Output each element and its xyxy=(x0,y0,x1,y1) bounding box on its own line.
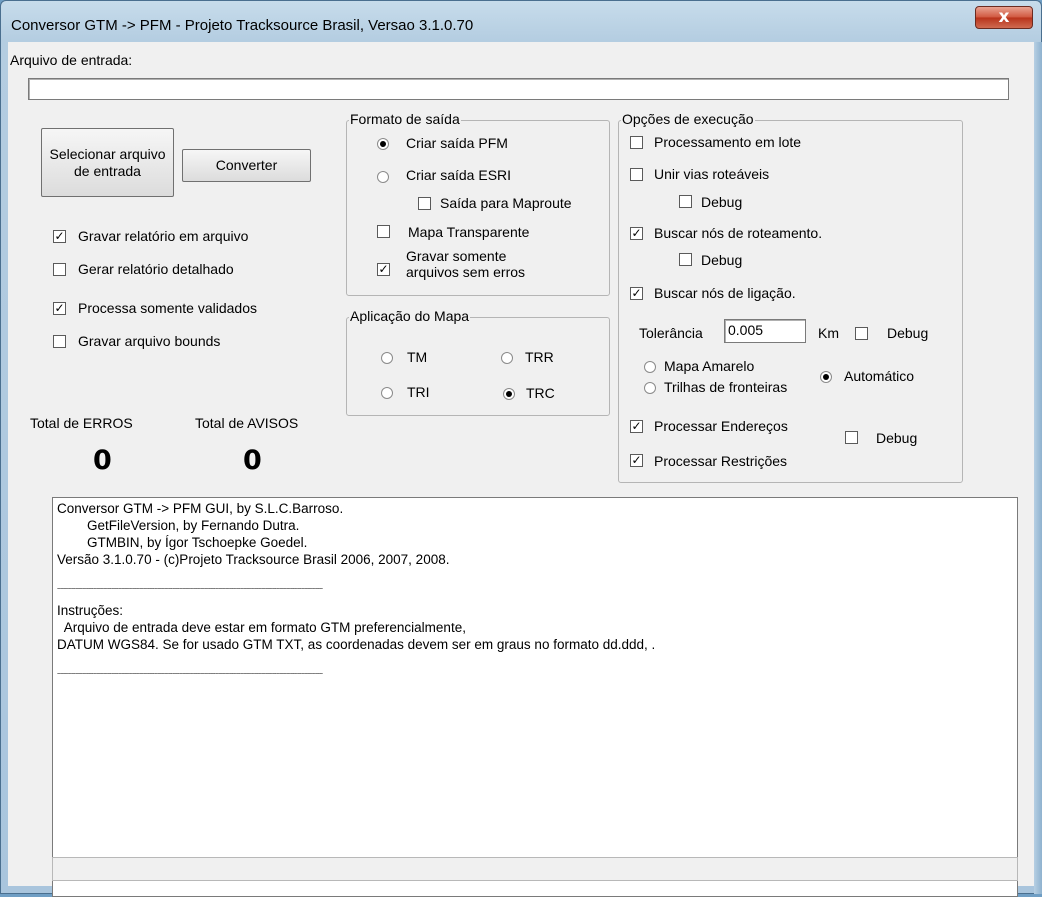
tri-label: TRI xyxy=(407,384,430,400)
yellow-map-radio[interactable] xyxy=(644,361,656,373)
select-file-button[interactable]: Selecionar arquivo de entrada xyxy=(41,128,174,197)
trc-label: TRC xyxy=(526,385,555,401)
convert-button[interactable]: Converter xyxy=(182,149,311,182)
border-trails-radio[interactable] xyxy=(644,382,656,394)
routing-nodes-checkbox[interactable]: ✓ xyxy=(630,227,643,240)
no-errors-files-checkbox[interactable]: ✓ xyxy=(377,263,390,276)
log-line: Arquivo de entrada deve estar em formato… xyxy=(57,620,466,635)
link-nodes-checkbox[interactable]: ✓ xyxy=(630,287,643,300)
log-line: ~~~~~~~~~~~~~~~~~~~~~~~~~~~~~~~~~~~~~~~~… xyxy=(57,671,323,678)
tri-radio[interactable] xyxy=(381,387,393,399)
process-addresses-label: Processar Endereços xyxy=(654,418,788,434)
log-line: DATUM WGS84. Se for usado GTM TXT, as co… xyxy=(57,637,656,652)
validated-only-label: Processa somente validados xyxy=(78,300,257,316)
log-line: Versão 3.1.0.70 - (c)Projeto Tracksource… xyxy=(57,552,450,567)
maproute-label: Saída para Maproute xyxy=(440,195,572,211)
esri-output-radio[interactable] xyxy=(377,171,389,183)
transparent-map-checkbox[interactable] xyxy=(377,225,390,238)
batch-processing-label: Processamento em lote xyxy=(654,134,802,150)
client-area: Arquivo de entrada: Selecionar arquivo d… xyxy=(8,42,1034,897)
trc-radio[interactable] xyxy=(503,388,515,400)
log-line: ~~~~~~~~~~~~~~~~~~~~~~~~~~~~~~~~~~~~~~~~… xyxy=(57,586,323,593)
log-line: Instruções: xyxy=(57,603,124,618)
trr-label: TRR xyxy=(525,349,554,365)
save-report-label: Gravar relatório em arquivo xyxy=(78,228,249,244)
tolerance-label: Tolerância xyxy=(639,325,703,341)
border-trails-label: Trilhas de fronteiras xyxy=(664,379,788,395)
tolerance-debug-label: Debug xyxy=(887,325,929,341)
no-errors-files-label: Gravar somente arquivos sem erros xyxy=(406,248,526,280)
routing-nodes-debug-checkbox[interactable] xyxy=(679,253,692,266)
tolerance-input[interactable]: 0.005 xyxy=(724,319,806,343)
esri-output-label: Criar saída ESRI xyxy=(406,167,512,183)
map-application-group: Aplicação do Mapa xyxy=(346,308,610,416)
join-routes-checkbox[interactable] xyxy=(630,168,643,181)
routing-nodes-debug-label: Debug xyxy=(701,252,743,268)
no-errors-files-label-clip: Gravar somente arquivos sem erros xyxy=(406,248,536,292)
join-routes-debug-checkbox[interactable] xyxy=(679,195,692,208)
execution-options-title: Opções de execução xyxy=(621,111,755,127)
tolerance-debug-checkbox[interactable] xyxy=(855,327,868,340)
save-report-checkbox[interactable]: ✓ xyxy=(53,230,66,243)
validated-only-checkbox[interactable]: ✓ xyxy=(53,302,66,315)
warnings-count: 0 xyxy=(243,445,262,476)
input-file-label: Arquivo de entrada: xyxy=(10,52,133,68)
link-nodes-label: Buscar nós de ligação. xyxy=(654,285,796,301)
yellow-map-label: Mapa Amarelo xyxy=(664,358,755,374)
log-line: GetFileVersion, by Fernando Dutra. xyxy=(57,518,300,533)
maproute-checkbox[interactable] xyxy=(418,197,431,210)
window-title: Conversor GTM -> PFM - Projeto Tracksour… xyxy=(11,17,474,34)
log-line: GTMBIN, by Ígor Tschoepke Goedel. xyxy=(57,535,308,550)
join-routes-label: Unir vias roteáveis xyxy=(654,166,770,182)
tolerance-unit: Km xyxy=(818,325,839,341)
window-border-right xyxy=(1034,42,1042,894)
addresses-debug-checkbox[interactable] xyxy=(845,431,858,444)
routing-nodes-label: Buscar nós de roteamento. xyxy=(654,225,823,241)
tm-radio[interactable] xyxy=(381,352,393,364)
status-bar xyxy=(52,857,1018,881)
pfm-output-radio[interactable] xyxy=(377,138,389,150)
errors-count: 0 xyxy=(93,445,112,476)
close-icon[interactable]: x xyxy=(975,6,1033,29)
transparent-map-label: Mapa Transparente xyxy=(408,224,530,240)
process-restrictions-checkbox[interactable]: ✓ xyxy=(630,454,643,467)
map-application-title: Aplicação do Mapa xyxy=(349,308,471,324)
log-line: Conversor GTM -> PFM GUI, by S.L.C.Barro… xyxy=(57,501,344,516)
process-restrictions-label: Processar Restrições xyxy=(654,453,788,469)
batch-processing-checkbox[interactable] xyxy=(630,136,643,149)
pfm-output-label: Criar saída PFM xyxy=(406,135,508,151)
bounds-file-label: Gravar arquivo bounds xyxy=(78,333,221,349)
output-format-title: Formato de saída xyxy=(349,111,461,127)
join-routes-debug-label: Debug xyxy=(701,194,743,210)
detailed-report-checkbox[interactable] xyxy=(53,263,66,276)
title-bar[interactable]: Conversor GTM -> PFM - Projeto Tracksour… xyxy=(1,1,1041,45)
automatic-label: Automático xyxy=(844,368,915,384)
errors-total-label: Total de ERROS xyxy=(30,415,133,431)
input-file-field[interactable] xyxy=(28,78,1009,100)
trr-radio[interactable] xyxy=(501,352,513,364)
log-output[interactable]: Conversor GTM -> PFM GUI, by S.L.C.Barro… xyxy=(52,497,1018,897)
process-addresses-checkbox[interactable]: ✓ xyxy=(630,420,643,433)
addresses-debug-label: Debug xyxy=(876,430,918,446)
detailed-report-label: Gerar relatório detalhado xyxy=(78,261,234,277)
bounds-file-checkbox[interactable] xyxy=(53,335,66,348)
warnings-total-label: Total de AVISOS xyxy=(195,415,299,431)
tm-label: TM xyxy=(407,349,428,365)
automatic-radio[interactable] xyxy=(820,371,832,383)
